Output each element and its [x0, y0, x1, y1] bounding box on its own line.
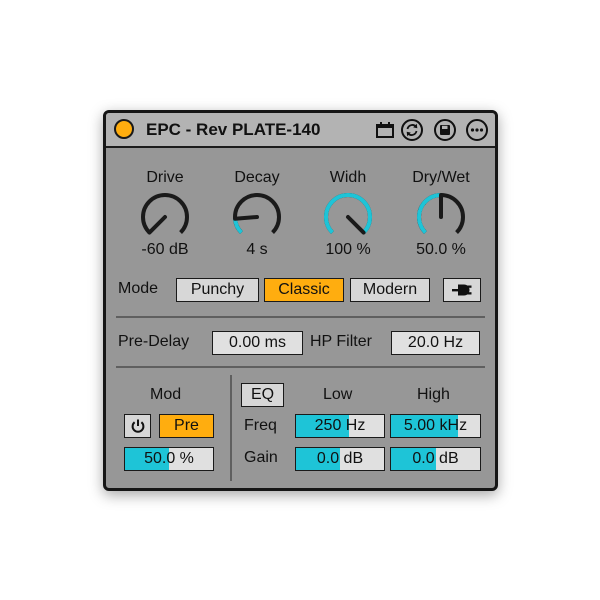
eq-high-gain-value: 0.0 dB: [412, 450, 459, 467]
knob-label: Drive: [146, 169, 184, 186]
hp-filter-label: HP Filter: [310, 333, 372, 350]
knob-value: 50.0 %: [416, 241, 466, 258]
knob-value-arc: [324, 193, 372, 234]
knob-width[interactable]: Widh 100 %: [308, 168, 388, 259]
eq-low-label: Low: [323, 386, 353, 403]
mode-modern-button[interactable]: Modern: [350, 278, 430, 302]
knob-decay[interactable]: Decay 4 s: [217, 168, 297, 259]
divider: [116, 366, 485, 368]
pre-delay-value: 0.00 ms: [229, 334, 286, 351]
eq-low-freq-field[interactable]: 250 Hz: [295, 414, 385, 438]
calendar-icon[interactable]: [374, 119, 396, 141]
eq-low-gain-field[interactable]: 0.0 dB: [295, 447, 385, 471]
knob-label: Dry/Wet: [412, 169, 470, 186]
refresh-icon[interactable]: [401, 119, 423, 141]
eq-high-label: High: [417, 386, 450, 403]
knob-pointer: [147, 215, 167, 235]
divider-vertical: [230, 375, 232, 481]
mode-punchy-button[interactable]: Punchy: [176, 278, 259, 302]
more-icon[interactable]: [466, 119, 488, 141]
pre-delay-label: Pre-Delay: [118, 333, 190, 350]
eq-high-freq-field[interactable]: 5.00 kHz: [390, 414, 481, 438]
mod-pre-button[interactable]: Pre: [159, 414, 214, 438]
divider: [116, 316, 485, 318]
eq-high-freq-value: 5.00 kHz: [403, 417, 468, 434]
mod-amount-value: 50.0 %: [144, 450, 194, 467]
device-activator-led[interactable]: [114, 119, 134, 139]
hp-filter-field[interactable]: 20.0 Hz: [391, 331, 480, 355]
eq-low-gain-value: 0.0 dB: [316, 450, 364, 467]
device-panel: EPC - Rev PLATE-140 Drive -60 dB Decay 4…: [103, 110, 498, 491]
mode-label: Mode: [118, 280, 159, 297]
mode-classic-button[interactable]: Classic: [264, 278, 344, 302]
knob-pointer: [346, 215, 366, 235]
mod-label: Mod: [150, 386, 182, 403]
drive-knob-dial[interactable]: [137, 190, 193, 240]
knob-pointer: [233, 215, 259, 221]
knob-value: -60 dB: [141, 241, 189, 258]
knob-value-arc: [417, 193, 442, 234]
plug-icon[interactable]: [443, 278, 481, 302]
knob-dry-wet[interactable]: Dry/Wet 50.0 %: [401, 168, 481, 259]
hp-filter-value: 20.0 Hz: [407, 334, 464, 351]
eq-low-freq-value: 250 Hz: [314, 417, 366, 434]
eq-freq-label: Freq: [244, 417, 277, 434]
knob-value-arc: [233, 218, 243, 234]
knob-drive[interactable]: Drive -60 dB: [125, 168, 205, 259]
width-knob-dial[interactable]: [320, 190, 376, 240]
knob-label: Widh: [329, 169, 367, 186]
knob-label: Decay: [234, 169, 280, 186]
mod-amount-field[interactable]: 50.0 %: [124, 447, 214, 471]
power-icon[interactable]: [124, 414, 151, 438]
knob-value: 4 s: [246, 241, 268, 258]
title-bar: EPC - Rev PLATE-140: [106, 113, 495, 148]
decay-knob-dial[interactable]: [229, 190, 285, 240]
eq-high-gain-field[interactable]: 0.0 dB: [390, 447, 481, 471]
eq-gain-label: Gain: [244, 449, 278, 466]
eq-button[interactable]: EQ: [241, 383, 284, 407]
pre-delay-field[interactable]: 0.00 ms: [212, 331, 303, 355]
knob-value: 100 %: [325, 241, 371, 258]
knob-track: [141, 193, 189, 234]
save-icon[interactable]: [434, 119, 456, 141]
dry-wet-knob-dial[interactable]: [413, 190, 469, 240]
knob-track: [233, 193, 281, 234]
device-title: EPC - Rev PLATE-140: [146, 120, 321, 139]
